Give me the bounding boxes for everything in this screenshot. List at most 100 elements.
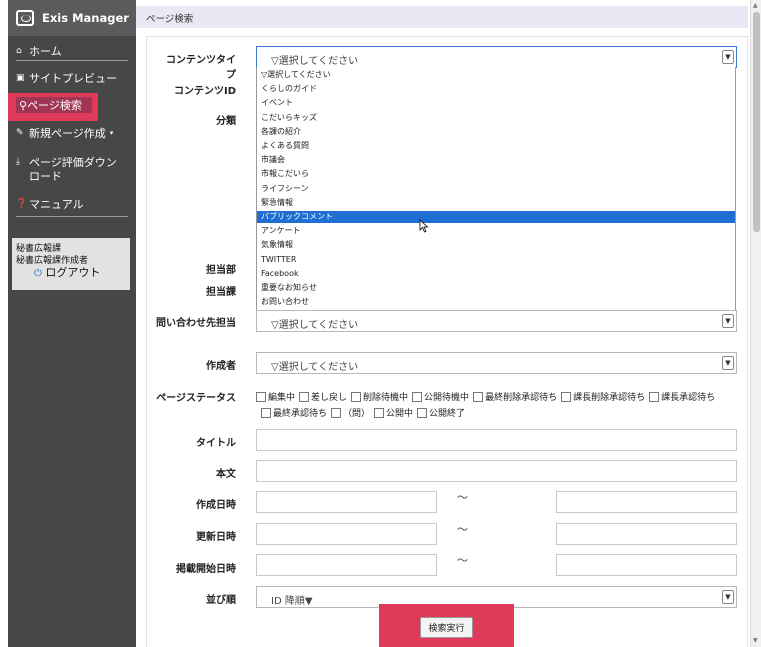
dropdown-option[interactable]: ▽選択してください: [257, 69, 735, 81]
status-checkbox[interactable]: 課長承認待ち: [649, 390, 715, 403]
sidebar-item-site-preview[interactable]: ▣ サイトプレビュー: [8, 71, 136, 85]
checkbox-label: 差し戻し: [311, 393, 348, 403]
status-checkbox-row-1: 編集中 差し戻し 削除待機中 公開待機中 最終削除承認待ち 課長削除承認待ち 課長承認待ち: [256, 390, 719, 403]
dropdown-option[interactable]: よくある質問: [257, 140, 735, 152]
checkbox-label: 課長承認待ち: [661, 393, 716, 403]
page-scrollbar[interactable]: ▲ ▼: [750, 0, 761, 647]
updated-tilde: ～: [457, 523, 468, 536]
dropdown-option[interactable]: 市報こだいら: [257, 168, 735, 180]
monitor-icon: [16, 10, 34, 26]
scrollbar-thumb[interactable]: [753, 12, 760, 232]
sidebar-item-eval-download-cont[interactable]: ロード: [8, 169, 136, 183]
dropdown-option[interactable]: 各課の紹介: [257, 126, 735, 138]
published-to-input[interactable]: [556, 554, 737, 576]
checkbox-box[interactable]: [374, 407, 385, 418]
dropdown-option[interactable]: 市議会: [257, 154, 735, 166]
published-label: 掲載開始日時: [176, 564, 236, 575]
sidebar-divider: [16, 216, 128, 217]
status-checkbox[interactable]: 編集中: [256, 390, 295, 403]
status-checkbox[interactable]: 公開待機中: [412, 390, 469, 403]
status-checkbox[interactable]: （問）: [331, 406, 370, 419]
published-from-input[interactable]: [256, 554, 437, 576]
checkbox-box[interactable]: [331, 407, 342, 418]
checkbox-box[interactable]: [561, 391, 572, 402]
sidebar-item-page-search[interactable]: ⚲ ページ検索: [16, 97, 92, 113]
status-checkbox[interactable]: 公開終了: [417, 406, 465, 419]
sidebar-item-manual[interactable]: ❓ マニュアル: [8, 197, 136, 211]
status-checkbox[interactable]: 最終削除承認待ち: [473, 390, 557, 403]
section-label: 担当課: [206, 287, 236, 298]
checkbox-label: 最終承認待ち: [273, 409, 328, 419]
updated-to-input[interactable]: [556, 523, 737, 545]
checkbox-box[interactable]: [261, 407, 271, 418]
author-select[interactable]: ▽選択してください ▼: [256, 352, 737, 374]
checkbox-box[interactable]: [299, 391, 310, 402]
sidebar-item-home[interactable]: ⌂ ホーム: [8, 44, 136, 58]
scroll-down-icon[interactable]: ▼: [753, 637, 758, 644]
dropdown-option[interactable]: TWITTER: [257, 254, 735, 266]
app-title: Exis Manager: [42, 11, 129, 25]
dropdown-option[interactable]: パブリックコメント: [257, 211, 735, 223]
body-label: 本文: [216, 469, 236, 480]
content-type-label: コンテンツタイプ: [166, 55, 236, 81]
dropdown-option[interactable]: 緊急情報: [257, 197, 735, 209]
dropdown-option[interactable]: Facebook: [257, 268, 735, 280]
created-to-input[interactable]: [556, 491, 737, 513]
chevron-down-icon: ▼: [722, 314, 734, 328]
status-checkbox[interactable]: 差し戻し: [299, 390, 347, 403]
status-checkbox[interactable]: 最終承認待ち: [261, 406, 327, 419]
dept-label: 担当部: [206, 265, 236, 276]
checkbox-label: 削除待機中: [363, 393, 409, 403]
contact-label: 問い合わせ先担当: [156, 318, 236, 329]
checkbox-box[interactable]: [473, 391, 484, 402]
dropdown-option[interactable]: くらしのガイド: [257, 83, 735, 95]
logout-link[interactable]: ⏻ ログアウト: [16, 267, 126, 280]
checkbox-box[interactable]: [256, 391, 266, 402]
status-checkbox[interactable]: 課長削除承認待ち: [561, 390, 645, 403]
status-checkbox[interactable]: 公開中: [374, 406, 413, 419]
checkbox-label: 最終削除承認待ち: [485, 393, 558, 403]
author-label: 作成者: [206, 361, 236, 372]
dropdown-option[interactable]: 気象情報: [257, 239, 735, 251]
sidebar-item-eval-download[interactable]: ⤓ ページ評価ダウン: [8, 155, 136, 169]
dropdown-option[interactable]: 重要なお知らせ: [257, 282, 735, 294]
sidebar-item-page-search-highlight: ⚲ ページ検索: [8, 93, 98, 121]
dropdown-option[interactable]: お問い合わせ: [257, 296, 735, 308]
checkbox-label: 課長削除承認待ち: [573, 393, 646, 403]
body-input[interactable]: [256, 460, 737, 482]
title-input[interactable]: [256, 429, 737, 451]
contact-select[interactable]: ▽選択してください ▼: [256, 310, 737, 332]
user-info-box: 秘書広報課 秘書広報課作成者 ⏻ ログアウト: [12, 238, 130, 290]
content-type-select[interactable]: ▽選択してください ▼: [256, 46, 737, 68]
dropdown-option[interactable]: イベント: [257, 97, 735, 109]
dropdown-option[interactable]: こだいらキッズ: [257, 112, 735, 124]
caret-down-icon: ▾: [109, 129, 114, 137]
sidebar-item-new-page[interactable]: ✎ 新規ページ作成 ▾: [8, 126, 136, 140]
chevron-down-icon: ▼: [722, 50, 734, 64]
created-from-input[interactable]: [256, 491, 437, 513]
checkbox-label: 公開中: [386, 409, 414, 419]
dropdown-option[interactable]: アンケート: [257, 225, 735, 237]
checkbox-box[interactable]: [417, 407, 428, 418]
checkbox-box[interactable]: [351, 391, 362, 402]
home-icon: ⌂: [16, 46, 22, 56]
question-icon: ❓: [16, 199, 28, 209]
app-logo[interactable]: Exis Manager: [8, 0, 136, 36]
checkbox-box[interactable]: [412, 391, 423, 402]
content-type-dropdown-list[interactable]: ▽選択してください くらしのガイド イベントこだいらキッズ 各課の紹介よくある質問 市議…: [256, 67, 736, 311]
updated-from-input[interactable]: [256, 523, 437, 545]
title-label: タイトル: [196, 438, 236, 449]
search-icon: ⚲: [19, 98, 28, 112]
checkbox-box[interactable]: [649, 391, 660, 402]
published-tilde: ～: [457, 554, 468, 567]
status-checkbox[interactable]: 削除待機中: [351, 390, 408, 403]
preview-icon: ▣: [16, 73, 25, 83]
search-execute-button[interactable]: 検索実行: [420, 617, 473, 638]
created-label: 作成日時: [196, 500, 236, 511]
checkbox-label: 公開終了: [429, 409, 466, 419]
breadcrumb: ページ検索: [136, 6, 748, 28]
category-label: 分類: [216, 116, 236, 127]
scroll-up-icon[interactable]: ▲: [753, 2, 758, 9]
dropdown-option[interactable]: ライフシーン: [257, 183, 735, 195]
pencil-icon: ✎: [16, 128, 24, 138]
